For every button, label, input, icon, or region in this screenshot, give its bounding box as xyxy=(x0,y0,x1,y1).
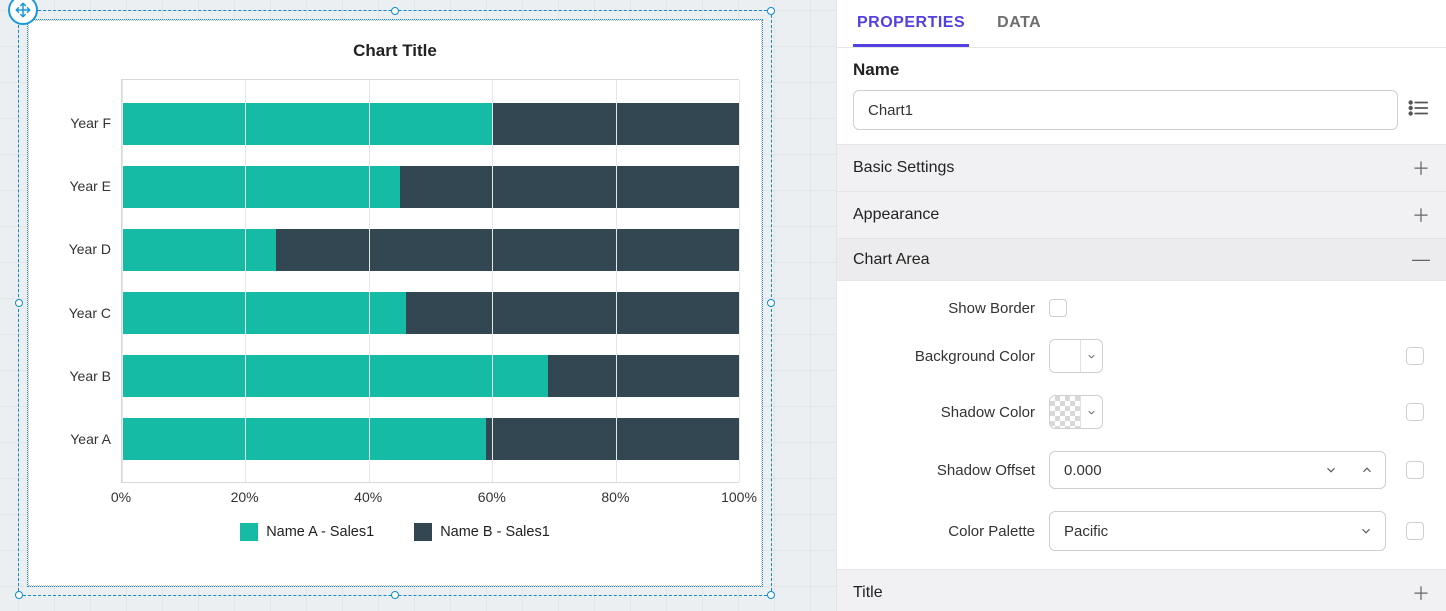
x-axis-tick: 60% xyxy=(478,489,506,505)
background-color-label: Background Color xyxy=(845,348,1035,365)
legend-swatch xyxy=(414,523,432,541)
color-palette-label: Color Palette xyxy=(845,523,1035,540)
resize-handle-s[interactable] xyxy=(391,591,399,599)
bar-segment xyxy=(276,229,739,271)
show-border-label: Show Border xyxy=(845,300,1035,317)
design-canvas[interactable]: Chart Title Year F Year E Year D Year C Year… xyxy=(0,0,836,611)
color-palette-value: Pacific xyxy=(1064,523,1359,540)
chevron-down-icon xyxy=(1080,396,1102,428)
bar-segment xyxy=(122,418,486,460)
accordion-appearance[interactable]: Appearance ＋ xyxy=(837,191,1446,238)
stepper-down[interactable] xyxy=(1313,452,1349,488)
shadow-offset-value: 0.000 xyxy=(1064,462,1313,479)
plus-icon: ＋ xyxy=(1412,202,1430,228)
list-icon[interactable] xyxy=(1406,97,1430,124)
legend-item: Name A - Sales1 xyxy=(240,523,374,541)
y-axis-label: Year E xyxy=(51,159,121,213)
background-color-picker[interactable] xyxy=(1049,339,1103,373)
accordion-label: Appearance xyxy=(853,206,939,224)
bar-segment xyxy=(122,355,548,397)
x-axis-tick: 100% xyxy=(721,489,757,505)
minus-icon: ― xyxy=(1412,249,1430,270)
y-axis-label: Year C xyxy=(51,286,121,340)
bar-segment xyxy=(400,166,739,208)
accordion-label: Title xyxy=(853,584,883,602)
tab-data[interactable]: DATA xyxy=(993,4,1045,47)
chart-area-body: Show Border Background Color Shadow Colo… xyxy=(837,280,1446,569)
y-axis-label: Year D xyxy=(51,222,121,276)
shadow-color-label: Shadow Color xyxy=(845,404,1035,421)
y-axis-label: Year B xyxy=(51,349,121,403)
bar-segment xyxy=(122,166,400,208)
bar-segment xyxy=(122,229,276,271)
resize-handle-w[interactable] xyxy=(15,299,23,307)
bar-segment xyxy=(122,292,406,334)
x-axis-tick: 0% xyxy=(111,489,131,505)
x-axis-tick: 40% xyxy=(354,489,382,505)
selection-outline[interactable]: Chart Title Year F Year E Year D Year C Year… xyxy=(18,10,772,596)
bar-segment xyxy=(486,418,739,460)
chevron-down-icon xyxy=(1359,524,1373,538)
stepper-up[interactable] xyxy=(1349,452,1385,488)
accordion-title[interactable]: Title ＋ xyxy=(837,569,1446,611)
bar-segment xyxy=(122,103,492,145)
bar-row xyxy=(122,229,739,271)
bar-row xyxy=(122,166,739,208)
tab-properties[interactable]: PROPERTIES xyxy=(853,4,969,47)
color-palette-select[interactable]: Pacific xyxy=(1049,511,1386,551)
bar-segment xyxy=(548,355,739,397)
legend-label: Name A - Sales1 xyxy=(266,524,374,540)
properties-panel: PROPERTIES DATA Name xyxy=(836,0,1446,611)
chevron-down-icon xyxy=(1080,340,1102,372)
resize-handle-se[interactable] xyxy=(767,591,775,599)
x-axis-tick: 20% xyxy=(231,489,259,505)
resize-handle-e[interactable] xyxy=(767,299,775,307)
reset-checkbox[interactable] xyxy=(1406,461,1424,479)
bar-row xyxy=(122,418,739,460)
show-border-checkbox[interactable] xyxy=(1049,299,1067,317)
plus-icon: ＋ xyxy=(1412,155,1430,181)
bar-row xyxy=(122,355,739,397)
y-axis-label: Year A xyxy=(51,412,121,466)
accordion-label: Chart Area xyxy=(853,251,929,269)
shadow-offset-stepper[interactable]: 0.000 xyxy=(1049,451,1386,489)
name-label: Name xyxy=(853,60,1430,80)
y-axis-label: Year F xyxy=(51,96,121,150)
legend-item: Name B - Sales1 xyxy=(414,523,550,541)
x-axis-tick: 80% xyxy=(601,489,629,505)
resize-handle-ne[interactable] xyxy=(767,7,775,15)
chart-title: Chart Title xyxy=(51,41,739,61)
chart-widget[interactable]: Chart Title Year F Year E Year D Year C Year… xyxy=(28,20,762,586)
reset-checkbox[interactable] xyxy=(1406,347,1424,365)
accordion-chart-area[interactable]: Chart Area ― xyxy=(837,238,1446,280)
accordion-basic-settings[interactable]: Basic Settings ＋ xyxy=(837,144,1446,191)
bar-segment xyxy=(406,292,739,334)
name-input[interactable] xyxy=(853,90,1398,130)
legend-label: Name B - Sales1 xyxy=(440,524,550,540)
legend-swatch xyxy=(240,523,258,541)
shadow-offset-label: Shadow Offset xyxy=(845,462,1035,479)
plus-icon: ＋ xyxy=(1412,580,1430,606)
shadow-color-picker[interactable] xyxy=(1049,395,1103,429)
resize-handle-sw[interactable] xyxy=(15,591,23,599)
bar-row xyxy=(122,292,739,334)
reset-checkbox[interactable] xyxy=(1406,403,1424,421)
reset-checkbox[interactable] xyxy=(1406,522,1424,540)
accordion-label: Basic Settings xyxy=(853,159,954,177)
bar-row xyxy=(122,103,739,145)
resize-handle-n[interactable] xyxy=(391,7,399,15)
